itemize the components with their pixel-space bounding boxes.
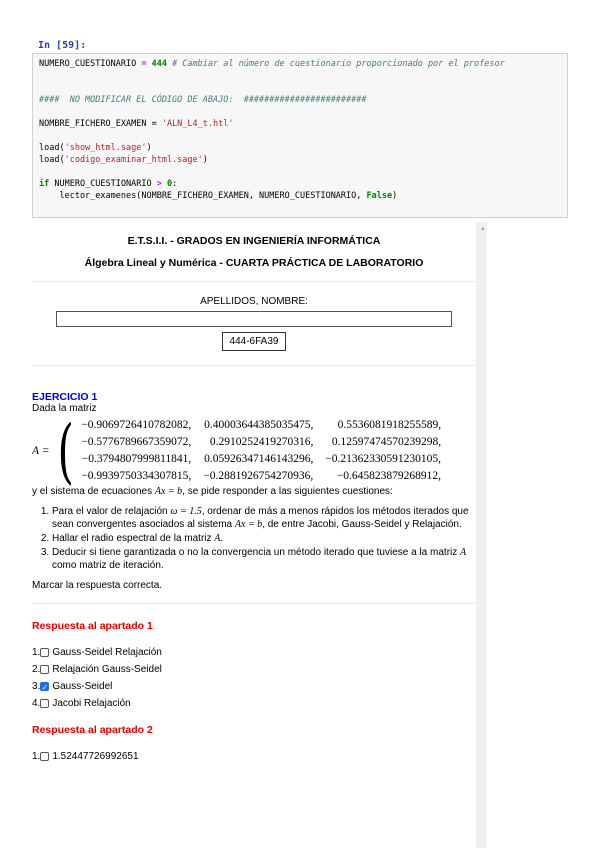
code-operator: = [136,59,152,69]
question-item: Hallar el radio espectral de la matriz A… [52,532,476,545]
code-call: load( [39,155,65,165]
code-call: load( [39,143,65,153]
code-string: 'ALN_L4_t.htl' [161,119,234,129]
answer-options-2: 1. 1.52447726992651 [32,748,476,765]
matrix-A: A = ( −0.9069726410782082, 0.400036443850… [32,416,476,486]
matrix-table: −0.9069726410782082, 0.40003644385035475,… [75,417,447,485]
system-statement: y el sistema de ecuaciones Ax = b, se pi… [32,486,393,497]
checkbox-checked[interactable]: ✓ [40,682,50,692]
checkbox[interactable] [40,699,50,708]
output-scrollbar[interactable] [476,222,487,848]
divider [32,365,476,366]
instruction: Marcar la respuesta correcta. [32,580,163,591]
code-number: 444 [151,59,167,69]
divider [32,603,476,604]
answer-option[interactable]: 4. Jacobi Relajación [32,695,476,712]
cell-output: E.T.S.I.I. - GRADOS EN INGENIERÍA INFORM… [32,222,476,848]
matrix-row: −0.3794807999811841, 0.05926347146143296,… [81,453,442,465]
answer-option[interactable]: 1. Gauss-Seidel Relajación [32,644,476,661]
exercise-intro: Dada la matriz [32,403,97,414]
code-keyword: if [39,179,50,189]
exam-header-school: E.T.S.I.I. - GRADOS EN INGENIERÍA INFORM… [127,235,381,247]
code-comment: # Cambiar al número de cuestionario prop… [166,59,505,69]
exam-code-badge: 444-6FA39 [222,332,286,351]
code-paren: ) [146,143,152,153]
answer-section-title: Respuesta al apartado 2 [32,724,153,736]
answer-option[interactable]: 3. ✓ Gauss-Seidel [32,678,476,695]
code-cell-editor[interactable]: NUMERO_CUESTIONARIO = 444 # Cambiar al n… [32,53,568,218]
code-comment: #### NO MODIFICAR EL CÓDIGO DE ABAJO: ##… [39,95,367,105]
matrix-row: −0.9939750334307815, −0.2881926754270936,… [81,470,442,482]
code-var: NUMERO_CUESTIONARIO [39,59,137,69]
code-call: lector_examenes(NOMBRE_FICHERO_EXAMEN, N… [39,191,367,201]
question-item: Deducir si tiene garantizada o no la con… [52,546,476,572]
left-paren-icon: ( [57,410,74,492]
checkbox[interactable] [40,752,50,761]
question-item: Para el valor de relajación ω = 1.5, ord… [52,505,476,531]
exercise-title: EJERCICIO 1 [32,391,98,403]
code-string: 'show_html.sage' [64,143,147,153]
code-colon: : [172,179,178,189]
code-var: NOMBRE_FICHERO_EXAMEN = [39,119,162,129]
apellidos-label: APELLIDOS, NOMBRE: [200,296,308,307]
code-paren: ) [202,155,208,165]
code-paren: ) [392,191,398,201]
answer-section-title: Respuesta al apartado 1 [32,620,153,632]
question-list: Para el valor de relajación ω = 1.5, ord… [32,505,476,572]
exam-header-course: Álgebra Lineal y Numérica - CUARTA PRÁCT… [84,257,424,269]
apellidos-input[interactable] [56,311,452,327]
matrix-row: −0.9069726410782082, 0.40003644385035475,… [81,419,442,431]
matrix-row: −0.5776789667359072, 0.2910252419270316, 0… [81,436,442,448]
cell-prompt: In [59]: [38,40,87,51]
code-number: 0 [161,179,173,189]
checkbox[interactable] [40,648,50,657]
answer-option[interactable]: 1. 1.52447726992651 [32,748,476,765]
divider [32,281,476,282]
code-var: NUMERO_CUESTIONARIO [49,179,157,189]
code-string: 'codigo_examinar_html.sage' [64,155,203,165]
answer-options-1: 1. Gauss-Seidel Relajación 2. Relajación G… [32,644,476,712]
code-text[interactable]: NUMERO_CUESTIONARIO = 444 # Cambiar al n… [33,54,567,206]
matrix-lhs: A = [32,445,50,457]
checkbox[interactable] [40,665,50,674]
answer-option[interactable]: 2. Relajación Gauss-Seidel [32,661,476,678]
code-keyword: False [366,191,393,201]
scroll-up-arrow-icon[interactable]: ▲ [480,226,486,232]
